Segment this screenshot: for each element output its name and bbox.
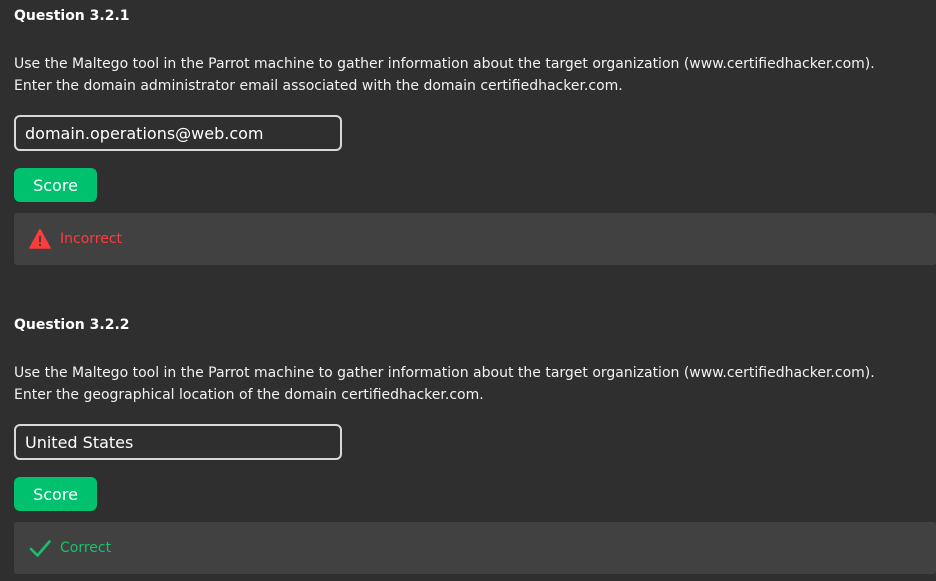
- question-title: Question 3.2.2: [14, 317, 130, 333]
- question-text-line: Enter the domain administrator email ass…: [14, 78, 623, 94]
- checkmark-icon: [29, 540, 51, 557]
- answer-input[interactable]: [14, 424, 342, 460]
- question-text: Use the Maltego tool in the Parrot machi…: [14, 53, 924, 97]
- question-title: Question 3.2.1: [14, 8, 130, 24]
- result-label: Correct: [60, 540, 112, 556]
- question-text-line: Use the Maltego tool in the Parrot machi…: [14, 56, 875, 72]
- result-panel-correct: Correct: [14, 522, 936, 574]
- score-button[interactable]: Score: [14, 168, 97, 202]
- result-panel-incorrect: Incorrect: [14, 213, 936, 265]
- question-text-line: Enter the geographical location of the d…: [14, 387, 484, 403]
- question-text-line: Use the Maltego tool in the Parrot machi…: [14, 365, 875, 381]
- warning-icon: [29, 228, 51, 249]
- answer-input[interactable]: [14, 115, 342, 151]
- question-text: Use the Maltego tool in the Parrot machi…: [14, 362, 924, 406]
- result-label: Incorrect: [60, 231, 123, 247]
- score-button[interactable]: Score: [14, 477, 97, 511]
